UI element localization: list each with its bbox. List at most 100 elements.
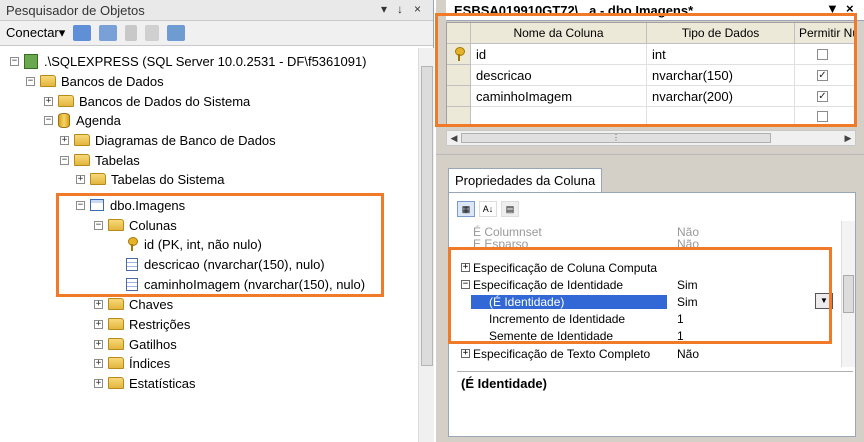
close-icon[interactable]: × (414, 2, 421, 16)
row-selector[interactable] (447, 107, 471, 126)
prop-value[interactable]: Sim (677, 295, 698, 309)
tree-node-system-tables[interactable]: + Tabelas do Sistema (76, 169, 224, 189)
prop-row-columnset[interactable]: É Columnset Não (457, 223, 841, 240)
prop-name: É Columnset (473, 224, 542, 239)
scroll-left-icon[interactable]: ◀ (447, 131, 461, 145)
prop-row-identity-spec[interactable]: − Especificação de Identidade Sim (457, 276, 841, 293)
alphabetical-icon[interactable]: A↓ (479, 201, 497, 217)
tree-node-column-caminho[interactable]: caminhoImagem (nvarchar(150), nulo) (126, 274, 365, 294)
prop-row-is-identity[interactable]: (É Identidade) Sim ▼ (457, 293, 841, 310)
collapse-icon[interactable]: − (60, 155, 69, 165)
tree-node-indexes[interactable]: + Índices (94, 353, 170, 373)
tab-column-properties[interactable]: Propriedades da Coluna (448, 168, 603, 192)
column-icon (126, 277, 138, 291)
dropdown-button[interactable]: ▼ (815, 293, 833, 309)
expand-icon[interactable]: + (94, 378, 103, 388)
keys-label: Chaves (129, 296, 174, 312)
tree-node-statistics[interactable]: + Estatísticas (94, 373, 195, 393)
categorized-icon[interactable]: ▦ (457, 201, 475, 217)
document-tab[interactable]: ESBSA019910GT72\...a - dbo.Imagens* ▼ × (446, 0, 864, 21)
cell-data-type[interactable]: nvarchar(200) (647, 86, 795, 107)
filter-icon[interactable] (145, 25, 160, 41)
header-column-name[interactable]: Nome da Coluna (471, 23, 647, 44)
collapse-icon[interactable]: − (26, 76, 35, 86)
prop-value[interactable]: 1 (677, 329, 684, 343)
stop-icon[interactable] (125, 25, 138, 41)
tree-node-diagrams[interactable]: + Diagramas de Banco de Dados (60, 130, 276, 150)
pin-icon[interactable]: ↓ (397, 2, 403, 16)
tree-node-triggers[interactable]: + Gatilhos (94, 334, 177, 354)
row-selector[interactable] (447, 65, 471, 86)
grid-horizontal-scrollbar[interactable]: ◀ ⋮ ▶ (446, 130, 856, 146)
cell-allow-nulls[interactable] (795, 107, 857, 126)
scrollbar-thumb[interactable]: ⋮ (461, 133, 771, 143)
prop-row-seed[interactable]: Semente de Identidade 1 (457, 327, 841, 344)
dropdown-icon[interactable]: ▾ (381, 2, 387, 16)
cell-allow-nulls[interactable] (795, 44, 857, 65)
expand-icon[interactable]: + (94, 358, 103, 368)
tree-node-keys[interactable]: + Chaves (94, 294, 173, 314)
allow-nulls-checkbox[interactable]: ✓ (817, 90, 828, 102)
cell-allow-nulls[interactable]: ✓ (795, 86, 857, 107)
cell-column-name[interactable]: caminhoImagem (471, 86, 647, 107)
header-data-type[interactable]: Tipo de Dados (647, 23, 795, 44)
tree-node-column-descricao[interactable]: descricao (nvarchar(150), nulo) (126, 254, 325, 274)
row-selector[interactable] (447, 86, 471, 107)
scrollbar-thumb[interactable] (421, 66, 433, 366)
cell-data-type[interactable]: int (647, 44, 795, 65)
tree-node-column-id[interactable]: id (PK, int, não nulo) (126, 234, 262, 254)
tree-node-system-databases[interactable]: + Bancos de Dados do Sistema (44, 91, 250, 111)
cell-column-name[interactable] (471, 107, 647, 126)
refresh-icon[interactable] (167, 25, 186, 41)
collapse-icon[interactable]: − (461, 280, 470, 289)
connect-icon[interactable] (73, 25, 92, 41)
expand-icon[interactable]: + (94, 319, 103, 329)
expand-icon[interactable]: + (461, 263, 470, 272)
prop-row-computed[interactable]: + Especificação de Coluna Computa (457, 259, 841, 276)
prop-row-fulltext[interactable]: + Especificação de Texto Completo Não (457, 345, 841, 362)
tree-node-server[interactable]: − .\SQLEXPRESS (SQL Server 10.0.2531 - D… (10, 51, 367, 71)
tree-scrollbar[interactable] (418, 48, 434, 442)
collapse-icon[interactable]: − (76, 200, 85, 210)
tree-node-table-imagens[interactable]: − dbo.Imagens (76, 195, 185, 215)
expand-icon[interactable]: + (60, 135, 69, 145)
tree-node-constraints[interactable]: + Restrições (94, 314, 190, 334)
collapse-icon[interactable]: − (44, 115, 53, 125)
allow-nulls-checkbox[interactable] (817, 110, 828, 122)
cell-allow-nulls[interactable]: ✓ (795, 65, 857, 86)
cell-data-type[interactable] (647, 107, 795, 126)
cell-data-type[interactable]: nvarchar(150) (647, 65, 795, 86)
table-icon (90, 199, 104, 211)
scroll-right-icon[interactable]: ▶ (841, 131, 855, 145)
expand-icon[interactable]: + (44, 96, 53, 106)
collapse-icon[interactable]: − (10, 56, 19, 66)
expand-icon[interactable]: + (94, 299, 103, 309)
expand-icon[interactable]: + (94, 339, 103, 349)
cell-column-name[interactable]: descricao (471, 65, 647, 86)
scrollbar-thumb[interactable] (843, 275, 854, 313)
close-icon[interactable]: × (846, 1, 854, 16)
header-allow-nulls[interactable]: Permitir Nulos (795, 23, 857, 44)
expand-icon[interactable]: + (76, 174, 85, 184)
expand-icon[interactable]: + (461, 349, 470, 358)
properties-scrollbar[interactable] (841, 221, 855, 367)
disconnect-icon[interactable] (99, 25, 118, 41)
column-label: descricao (nvarchar(150), nulo) (144, 256, 325, 272)
server-icon (24, 53, 38, 69)
splitter[interactable] (436, 154, 864, 162)
tree-node-tables[interactable]: − Tabelas (60, 150, 140, 170)
dropdown-icon[interactable]: ▼ (826, 1, 839, 16)
tree-node-databases[interactable]: − Bancos de Dados (26, 71, 164, 91)
tree-node-columns[interactable]: − Colunas (94, 215, 177, 235)
row-selector[interactable] (447, 44, 471, 65)
property-pages-icon[interactable]: ▤ (501, 201, 519, 217)
prop-value[interactable]: 1 (677, 312, 684, 326)
allow-nulls-checkbox[interactable] (817, 48, 828, 60)
tree-node-agenda[interactable]: − Agenda (44, 110, 121, 130)
prop-row-increment[interactable]: Incremento de Identidade 1 (457, 310, 841, 327)
collapse-icon[interactable]: − (94, 220, 103, 230)
prop-row-sparse[interactable]: É Esparso Não (457, 239, 841, 249)
allow-nulls-checkbox[interactable]: ✓ (817, 69, 828, 81)
connect-button[interactable]: Conectar▾ (6, 25, 65, 41)
cell-column-name[interactable]: id (471, 44, 647, 65)
